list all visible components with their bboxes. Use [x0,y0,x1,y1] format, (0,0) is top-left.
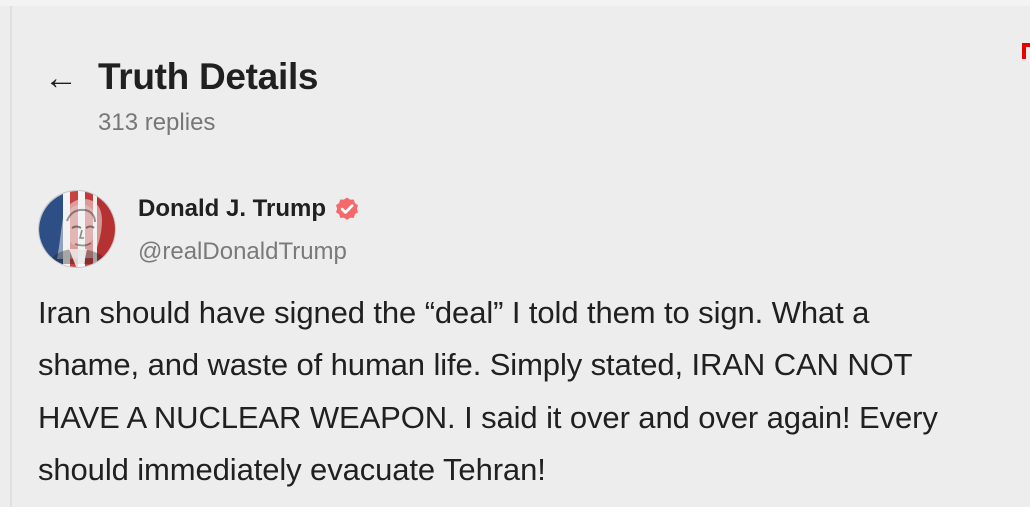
post-text-line: should immediately evacuate Tehran! [38,452,546,487]
screen: ← Truth Details 313 replies Donald J. Tr… [0,0,1030,507]
reply-count: 313 replies [98,109,216,136]
post-header: ← Truth Details 313 replies [41,56,541,136]
author-block: Donald J. Trump @realDonaldTrump [138,195,558,270]
post-text-line: shame, and waste of human life. Simply s… [38,347,913,382]
page-title: Truth Details [98,56,319,97]
left-divider [10,6,12,507]
author-avatar[interactable] [38,190,116,268]
red-corner-mark-icon [1022,43,1030,59]
author-name[interactable]: Donald J. Trump [138,195,326,223]
post-text-line: HAVE A NUCLEAR WEAPON. I said it over an… [38,400,938,435]
back-button[interactable]: ← [41,59,81,97]
author-handle[interactable]: @realDonaldTrump [138,238,347,266]
post-body: Iran should have signed the “deal” I tol… [38,287,1030,497]
top-edge [0,0,1030,6]
author-row: Donald J. Trump [138,195,361,223]
avatar-image-icon [39,191,115,267]
post-text-line: Iran should have signed the “deal” I tol… [38,295,870,330]
verified-badge-icon [333,195,361,223]
arrow-left-icon: ← [44,59,78,97]
